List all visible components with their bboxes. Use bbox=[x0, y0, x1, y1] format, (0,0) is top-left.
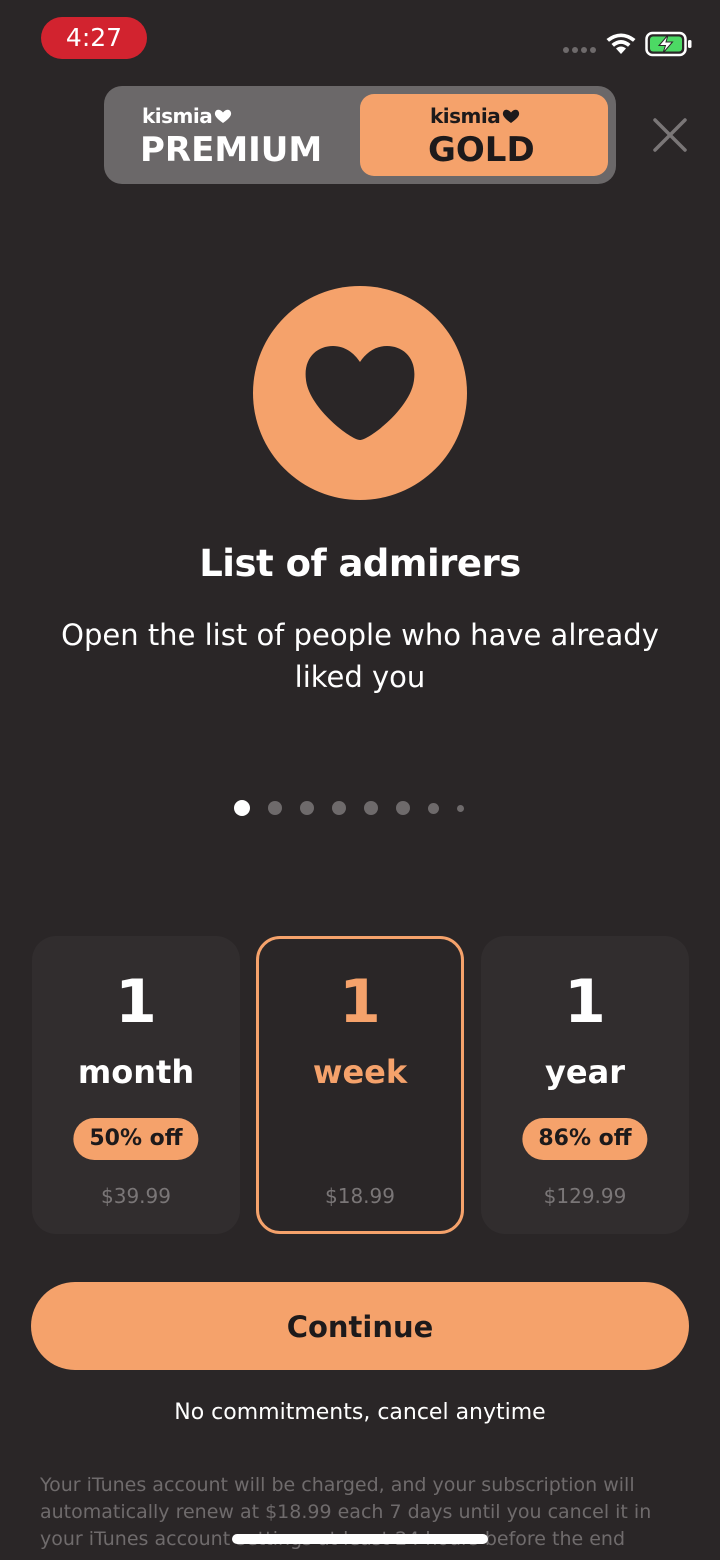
feature-description: Open the list of people who have already… bbox=[61, 618, 659, 694]
page-dot[interactable] bbox=[332, 801, 346, 815]
plan-card-year[interactable]: 1 year 86% off $129.99 bbox=[481, 936, 689, 1234]
page-dot[interactable] bbox=[364, 801, 378, 815]
plan-card-week[interactable]: 1 week $18.99 bbox=[256, 936, 464, 1234]
logo-heart-icon bbox=[215, 109, 232, 123]
heart-icon bbox=[305, 346, 415, 440]
page-dot-active[interactable] bbox=[234, 800, 250, 816]
premium-tab[interactable]: kismia PREMIUM bbox=[114, 94, 358, 176]
page-dot[interactable] bbox=[300, 801, 314, 815]
no-commitments-text: No commitments, cancel anytime bbox=[174, 1400, 546, 1425]
page-dot[interactable] bbox=[457, 804, 464, 812]
page-indicator bbox=[234, 800, 482, 816]
home-indicator[interactable] bbox=[232, 1534, 488, 1544]
wifi-icon bbox=[606, 33, 636, 54]
legal-line: automatically renew at $18.99 each 7 day… bbox=[40, 1501, 652, 1523]
gold-label: GOLD bbox=[428, 130, 535, 170]
close-icon[interactable] bbox=[650, 115, 690, 155]
logo-heart-icon bbox=[503, 109, 520, 123]
plan-unit: month bbox=[77, 1053, 195, 1091]
premium-label: PREMIUM bbox=[140, 130, 323, 170]
plan-price: $18.99 bbox=[325, 1184, 395, 1208]
signal-icon bbox=[563, 47, 596, 53]
plan-count: 1 bbox=[115, 967, 157, 1037]
status-time: 4:27 bbox=[41, 17, 147, 59]
page-dot[interactable] bbox=[396, 801, 410, 815]
discount-badge: 86% off bbox=[522, 1118, 648, 1160]
plan-unit: year bbox=[545, 1053, 625, 1091]
plan-count: 1 bbox=[339, 967, 381, 1037]
plan-unit: week bbox=[312, 1053, 408, 1091]
legal-line: Your iTunes account will be charged, and… bbox=[40, 1474, 635, 1496]
plan-price: $129.99 bbox=[543, 1184, 627, 1208]
page-dot[interactable] bbox=[268, 801, 282, 815]
battery-charging-icon bbox=[645, 31, 692, 57]
discount-badge: 50% off bbox=[73, 1118, 199, 1160]
page-dot[interactable] bbox=[428, 802, 439, 814]
feature-icon-circle bbox=[253, 286, 467, 500]
plan-card-month[interactable]: 1 month 50% off $39.99 bbox=[32, 936, 240, 1234]
gold-tab[interactable]: kismia GOLD bbox=[360, 94, 608, 176]
plan-tier-toggle: kismia PREMIUM kismia GOLD bbox=[104, 86, 616, 184]
plan-count: 1 bbox=[564, 967, 606, 1037]
status-bar: 4:27 bbox=[0, 0, 720, 80]
continue-button[interactable]: Continue bbox=[31, 1282, 689, 1370]
kismia-logo: kismia bbox=[430, 104, 520, 128]
feature-title: List of admirers bbox=[199, 542, 521, 585]
plan-price: $39.99 bbox=[101, 1184, 171, 1208]
kismia-logo: kismia bbox=[142, 104, 232, 128]
